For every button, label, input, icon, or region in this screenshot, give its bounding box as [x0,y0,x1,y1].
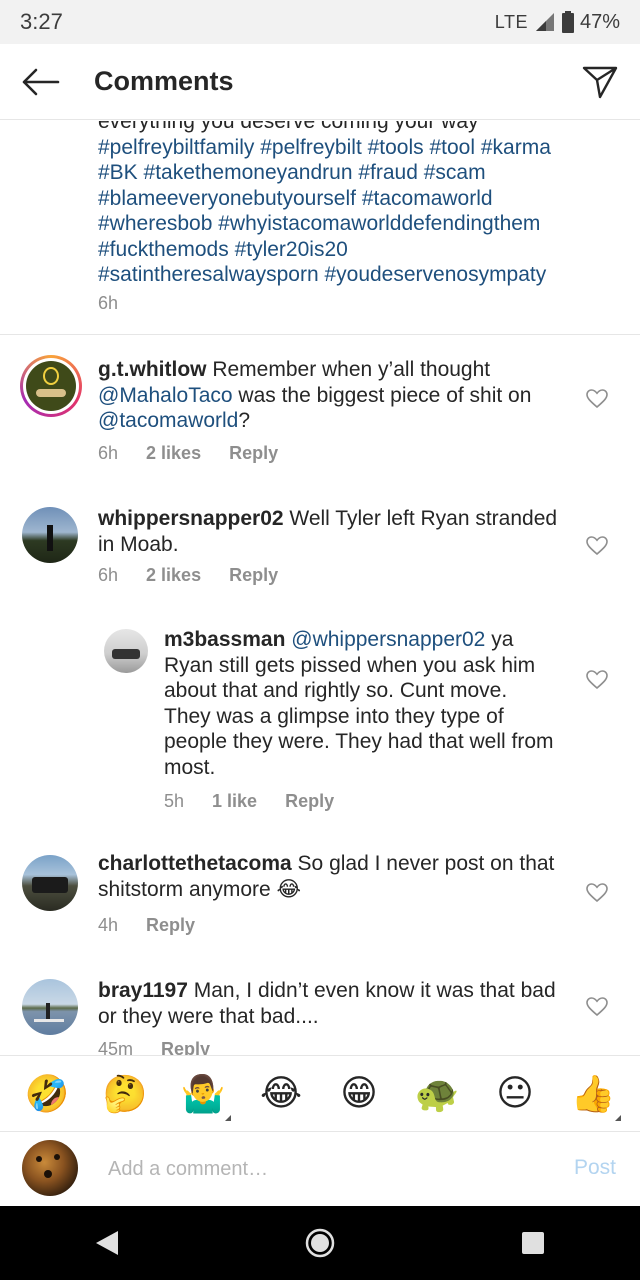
comment-body: m3bassman @whippersnapper02 ya Ryan stil… [164,627,554,780]
back-button[interactable] [0,44,80,120]
comment-username[interactable]: bray1197 [98,979,188,1002]
comment-meta: 5h 1 like Reply [164,791,334,812]
post-caption: everything you deserve coming your way #… [98,121,598,288]
emoji-glyph: 👍 [570,1073,616,1115]
comment-username[interactable]: g.t.whitlow [98,358,206,381]
comment-time: 5h [164,791,185,811]
comment-time: 6h [98,565,119,585]
comment-body: whippersnapper02 Well Tyler left Ryan st… [98,506,568,557]
like-heart-icon[interactable] [586,536,608,556]
reply-button[interactable]: Reply [229,565,278,586]
caption-hashtags[interactable]: #pelfreybiltfamily #pelfreybilt #tools #… [98,135,598,161]
nav-recents-button[interactable] [503,1213,563,1273]
avatar[interactable] [20,355,82,417]
comment-username[interactable]: charlottethetacoma [98,852,292,875]
caption-hashtags[interactable]: #fuckthemods #tyler20is20 [98,237,598,263]
like-heart-icon[interactable] [586,389,608,409]
likes-count[interactable]: 2 likes [146,565,201,586]
battery-percent: 47% [579,10,620,33]
comment-username[interactable]: m3bassman [164,628,285,651]
nav-back-button[interactable] [77,1213,137,1273]
emoji-button[interactable]: 🤣 [17,1073,77,1115]
reply-button[interactable]: Reply [161,1039,210,1055]
comment-meta: 6h 2 likes Reply [98,565,278,586]
mention-link[interactable]: @whippersnapper02 [291,628,485,651]
comment-text: ? [238,409,251,432]
emoji-button[interactable]: 🤷‍♂️ [173,1073,233,1121]
likes-count[interactable]: 1 like [212,791,257,812]
emoji-button[interactable]: 🤔 [95,1073,155,1115]
caption-hashtags[interactable]: #blameeveryonebutyourself #tacomaworld [98,186,598,212]
network-type: LTE [494,11,528,32]
skin-tone-indicator [225,1114,231,1121]
like-heart-icon[interactable] [586,883,608,903]
comment-input[interactable] [108,1152,538,1186]
comment-item: whippersnapper02 Well Tyler left Ryan st… [0,485,640,615]
status-indicators: LTE 47% [495,11,620,34]
caption-hashtags[interactable]: #satintheresalwaysporn #youdeservenosymp… [98,262,598,288]
reply-button[interactable]: Reply [229,443,278,464]
status-bar: 3:27 LTE 47% [0,0,640,44]
avatar [22,1140,78,1196]
comment-body: bray1197 Man, I didn’t even know it was … [98,978,558,1029]
home-circle-icon [305,1228,335,1258]
emoji-button[interactable]: 😂 [251,1073,311,1114]
square-recents-icon [522,1232,545,1254]
comment-username[interactable]: whippersnapper02 [98,507,284,530]
avatar[interactable] [104,629,148,673]
caption-hashtags[interactable]: #wheresbob #whyistacomaworlddefendingthe… [98,211,598,237]
reply-comment-item: m3bassman @whippersnapper02 ya Ryan stil… [0,615,640,845]
emoji-button[interactable]: 👍 [563,1073,623,1121]
avatar[interactable] [22,855,78,911]
avatar[interactable] [22,507,78,563]
share-button[interactable] [560,44,640,120]
comment-time: 4h [98,915,119,935]
system-nav-bar [0,1206,640,1280]
caption-hashtags[interactable]: #BK #takethemoneyandrun #fraud #scam [98,160,598,186]
likes-count[interactable]: 2 likes [146,443,201,464]
page-title: Comments [94,66,234,96]
comment-composer: Post [0,1131,640,1206]
comment-meta: 4h Reply [98,915,195,936]
comment-item: bray1197 Man, I didn’t even know it was … [0,975,640,1055]
avatar[interactable] [22,979,78,1035]
comments-list[interactable]: everything you deserve coming your way #… [0,121,640,1055]
mention-link[interactable]: @tacomaworld [98,409,238,432]
comment-text: Remember when y’all thought [206,358,491,381]
nav-home-button[interactable] [290,1213,350,1273]
caption-text: everything you deserve coming your way [98,121,479,133]
arrow-left-icon [22,68,60,95]
signal-icon [535,13,554,31]
comments-header: Comments [0,44,640,120]
comment-meta: 6h 2 likes Reply [98,443,278,464]
post-button[interactable]: Post [574,1156,616,1180]
skin-tone-indicator [615,1114,621,1121]
emoji-glyph: 🤷‍♂️ [180,1073,226,1115]
comment-text: was the biggest piece of shit on [232,383,532,407]
comment-body: g.t.whitlow Remember when y’all thought … [98,357,568,434]
like-heart-icon[interactable] [586,997,608,1017]
comment-meta: 45m Reply [98,1039,210,1055]
triangle-back-icon [95,1231,118,1255]
emoji-quick-bar: 🤣 🤔 🤷‍♂️ 😂 😁 🐢 😐 👍 [0,1055,640,1131]
emoji-button[interactable]: 😁 [329,1073,389,1114]
reply-button[interactable]: Reply [146,915,195,936]
mention-link[interactable]: @MahaloTaco [98,384,233,407]
emoji-button[interactable]: 😐 [485,1073,545,1114]
like-heart-icon[interactable] [586,670,608,690]
comment-body: charlottethetacoma So glad I never post … [98,851,568,902]
paper-plane-icon [582,66,618,98]
status-time: 3:27 [20,9,63,34]
comment-item: g.t.whitlow Remember when y’all thought … [0,335,640,485]
reply-button[interactable]: Reply [285,791,334,812]
caption-time: 6h [98,293,119,313]
emoji-button[interactable]: 🐢 [407,1073,467,1115]
comment-time: 45m [98,1039,134,1055]
comment-time: 6h [98,443,119,463]
comment-item: charlottethetacoma So glad I never post … [0,845,640,975]
battery-icon [561,11,574,33]
